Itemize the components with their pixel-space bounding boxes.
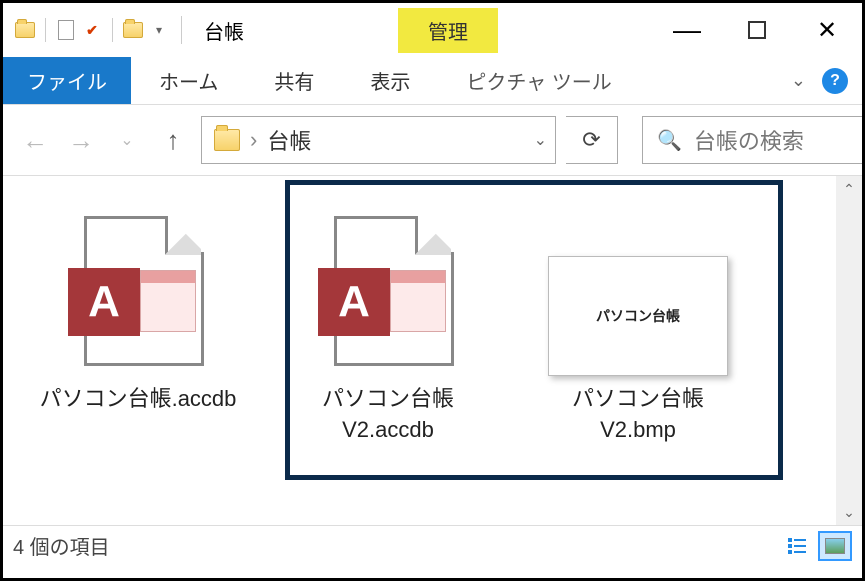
address-bar[interactable]: › 台帳 ⌄ <box>201 116 556 164</box>
minimize-button[interactable]: — <box>652 3 722 57</box>
search-icon: 🔍 <box>657 128 682 153</box>
address-dropdown-icon[interactable]: ⌄ <box>534 130 547 150</box>
status-bar: 4 個の項目 <box>3 525 862 565</box>
title-bar: ✔ ▾ 台帳 管理 — ✕ <box>3 3 862 57</box>
access-file-icon: A <box>68 216 208 376</box>
view-details-button[interactable] <box>780 531 814 561</box>
search-placeholder: 台帳の検索 <box>694 124 804 156</box>
tab-file[interactable]: ファイル <box>3 57 131 104</box>
ribbon-tabs: ファイル ホーム 共有 表示 ピクチャ ツール ⌄ ? <box>3 57 862 105</box>
file-item[interactable]: A パソコン台帳V2.accdb <box>283 206 493 456</box>
file-name: パソコン台帳V2.accdb <box>289 384 487 446</box>
tab-share[interactable]: 共有 <box>246 57 342 104</box>
scroll-thumb[interactable] <box>836 202 862 499</box>
search-box[interactable]: 🔍 台帳の検索 <box>642 116 862 164</box>
close-button[interactable]: ✕ <box>792 3 862 57</box>
view-large-icons-button[interactable] <box>818 531 852 561</box>
bmp-thumbnail-text: パソコン台帳 <box>596 306 680 326</box>
access-file-icon: A <box>318 216 458 376</box>
qat-customize-icon[interactable]: ▾ <box>149 20 169 40</box>
file-name: パソコン台帳V2.bmp <box>539 384 737 446</box>
qat-folder-icon[interactable] <box>15 20 35 40</box>
up-button[interactable]: ↑ <box>155 122 191 158</box>
navigation-bar: ← → ⌄ ↑ › 台帳 ⌄ ⟳ 🔍 台帳の検索 <box>3 105 862 175</box>
file-name: パソコン台帳.accdb <box>40 384 237 415</box>
status-item-count: 4 個の項目 <box>13 531 110 560</box>
contextual-tab-group: 管理 <box>398 8 498 53</box>
file-list-pane: A パソコン台帳.accdb A パソコン台帳V2.accdb パソコン台帳 パ… <box>3 175 862 525</box>
file-item[interactable]: A パソコン台帳.accdb <box>33 206 243 425</box>
scroll-down-icon[interactable]: ⌄ <box>836 499 862 525</box>
history-dropdown[interactable]: ⌄ <box>109 122 145 158</box>
refresh-button[interactable]: ⟳ <box>566 116 618 164</box>
help-button[interactable]: ? <box>822 68 848 94</box>
qat-check-icon[interactable]: ✔ <box>82 20 102 40</box>
vertical-scrollbar[interactable]: ⌃ ⌄ <box>836 176 862 525</box>
scroll-up-icon[interactable]: ⌃ <box>836 176 862 202</box>
ribbon-collapse-icon[interactable]: ⌄ <box>791 70 806 91</box>
tab-home[interactable]: ホーム <box>131 57 246 104</box>
maximize-button[interactable] <box>722 3 792 57</box>
breadcrumb-separator: › <box>250 127 257 153</box>
address-folder-icon <box>214 129 240 151</box>
forward-button[interactable]: → <box>63 122 99 158</box>
breadcrumb-current[interactable]: 台帳 <box>267 124 311 156</box>
back-button[interactable]: ← <box>17 122 53 158</box>
tab-view[interactable]: 表示 <box>342 57 438 104</box>
qat-properties-icon[interactable] <box>56 20 76 40</box>
bmp-thumbnail-icon: パソコン台帳 <box>548 256 728 376</box>
window-title: 台帳 <box>204 16 244 45</box>
tab-picture-tools[interactable]: ピクチャ ツール <box>438 57 639 104</box>
file-item[interactable]: パソコン台帳 パソコン台帳V2.bmp <box>533 206 743 456</box>
qat-newfolder-icon[interactable] <box>123 20 143 40</box>
